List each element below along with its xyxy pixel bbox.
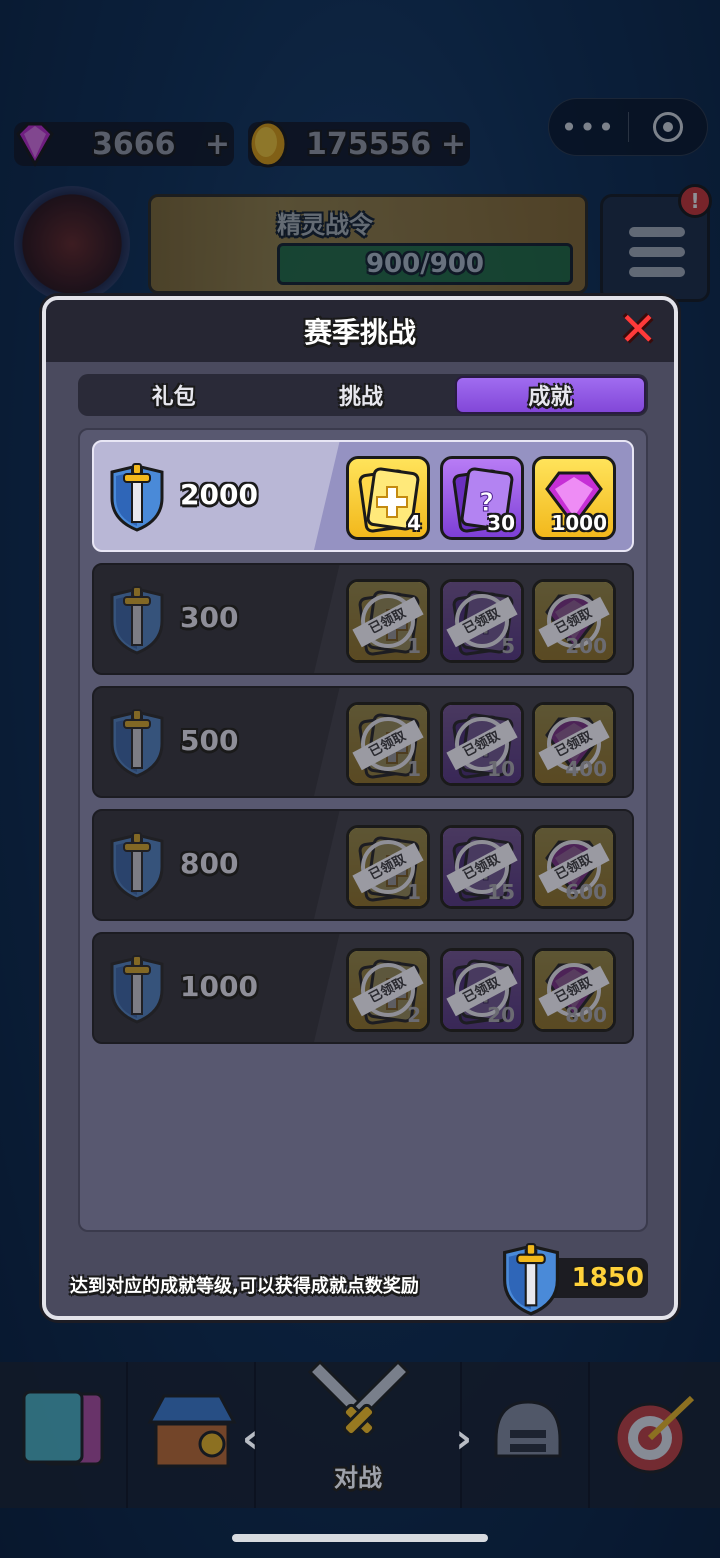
shop-icon — [147, 1394, 237, 1468]
reward-item[interactable]: 4 — [346, 456, 430, 540]
tab-challenge[interactable]: 挑战 — [267, 376, 454, 414]
chevron-left-icon[interactable]: ‹ — [242, 1416, 258, 1462]
sword-shield-icon — [503, 1243, 559, 1316]
nav-cards[interactable] — [0, 1362, 128, 1508]
achievement-list: 20004?301000300已领取1?已领取5已领取200500已领取1?已领… — [78, 428, 648, 1232]
reward-quantity: 2 — [407, 1003, 421, 1027]
tab-achievement[interactable]: 成就 — [454, 376, 646, 414]
sword-shield-icon — [110, 832, 164, 901]
sword-shield-icon — [110, 709, 164, 778]
reward-quantity: 200 — [565, 634, 607, 658]
reward-item: 已领取 400 — [532, 702, 616, 786]
reward-item: 已领取 1 — [346, 702, 430, 786]
sword-shield-icon — [110, 955, 164, 1024]
reward-quantity: 1 — [407, 880, 421, 904]
home-indicator — [232, 1534, 488, 1542]
reward-item: 已领取 1 — [346, 825, 430, 909]
achievement-threshold: 800 — [180, 847, 239, 880]
tab-gift-pack[interactable]: 礼包 — [80, 376, 267, 414]
reward-item[interactable]: ? 30 — [440, 456, 524, 540]
achievement-threshold: 2000 — [180, 478, 258, 511]
achievement-threshold: 300 — [180, 601, 239, 634]
achievement-hint: 达到对应的成就等级,可以获得成就点数奖励 — [70, 1276, 419, 1297]
nav-tasks[interactable] — [590, 1362, 720, 1508]
cards-icon — [22, 1390, 104, 1466]
reward-item: 已领取 2 — [346, 948, 430, 1032]
achievement-threshold: 1000 — [180, 970, 258, 1003]
reward-item: 已领取 200 — [532, 579, 616, 663]
modal-header: 赛季挑战 ✕ — [46, 300, 674, 362]
reward-quantity: 5 — [501, 634, 515, 658]
achievement-row: 2000 4 ? 30 1000 — [92, 440, 634, 552]
reward-item: ?已领取20 — [440, 948, 524, 1032]
reward-item: ?已领取15 — [440, 825, 524, 909]
modal-tabs: 礼包 挑战 成就 — [78, 374, 648, 416]
reward-quantity: 30 — [487, 511, 515, 535]
achievement-row: 300 已领取1?已领取5已领取200 — [92, 563, 634, 675]
reward-quantity: 10 — [487, 757, 515, 781]
reward-quantity: 4 — [407, 511, 421, 535]
reward-quantity: 1000 — [551, 511, 607, 535]
achievement-row: 500 已领取1?已领取10已领取400 — [92, 686, 634, 798]
reward-quantity: 20 — [487, 1003, 515, 1027]
reward-item: 已领取 1 — [346, 579, 430, 663]
sword-shield-icon — [110, 463, 164, 532]
season-challenge-modal: 赛季挑战 ✕ 礼包 挑战 成就 20004?301000300已领取1?已领取5… — [42, 296, 678, 1320]
helmet-icon — [494, 1400, 562, 1458]
reward-item: ?已领取5 — [440, 579, 524, 663]
reward-item: 已领取 800 — [532, 948, 616, 1032]
target-icon — [614, 1395, 695, 1474]
reward-item[interactable]: 1000 — [532, 456, 616, 540]
crossed-swords-icon — [307, 1359, 411, 1437]
achievement-row: 800 已领取1?已领取15已领取600 — [92, 809, 634, 921]
reward-quantity: 1 — [407, 757, 421, 781]
achievement-threshold: 500 — [180, 724, 239, 757]
reward-quantity: 15 — [487, 880, 515, 904]
reward-quantity: 1 — [407, 634, 421, 658]
reward-quantity: 800 — [565, 1003, 607, 1027]
nav-equipment[interactable] — [462, 1362, 590, 1508]
modal-title: 赛季挑战 — [303, 316, 416, 349]
reward-quantity: 400 — [565, 757, 607, 781]
nav-battle-label: 对战 — [334, 1464, 382, 1492]
reward-item: 已领取 600 — [532, 825, 616, 909]
sword-shield-icon — [110, 586, 164, 655]
nav-shop[interactable] — [128, 1362, 256, 1508]
reward-item: ?已领取10 — [440, 702, 524, 786]
nav-battle[interactable]: ‹ 对战 › — [242, 1359, 472, 1508]
reward-quantity: 600 — [565, 880, 607, 904]
close-button[interactable]: ✕ — [618, 306, 658, 352]
bottom-nav: ‹ 对战 › — [0, 1359, 720, 1508]
achievement-row: 1000 已领取2?已领取20已领取800 — [92, 932, 634, 1044]
